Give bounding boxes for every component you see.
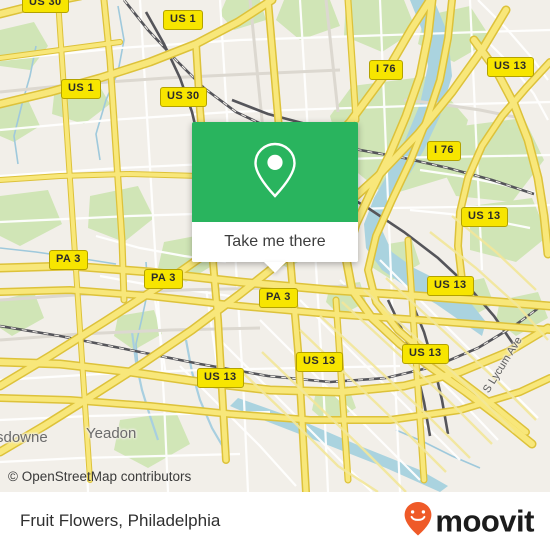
place-label: Yeadon: [86, 425, 137, 442]
popup-image-area: [192, 122, 358, 222]
popup-pointer: [264, 262, 286, 273]
road-shield: US 1: [163, 10, 204, 30]
moovit-pin-icon: [403, 501, 433, 542]
take-me-there-label: Take me there: [224, 233, 326, 250]
place-label: sdowne: [0, 429, 48, 446]
road-shield: US 13: [427, 276, 474, 296]
road-shield: US 13: [402, 344, 449, 364]
road-shield: US 13: [296, 352, 343, 372]
map-canvas[interactable]: US 30 US 1 I 76 US 13 US 1 US 30 I 76 US 13 PA 3…: [0, 0, 550, 492]
road-shield: US 13: [487, 57, 534, 77]
page-title: Fruit Flowers, Philadelphia: [20, 511, 221, 530]
screenshot-root: US 30 US 1 I 76 US 13 US 1 US 30 I 76 US 13 PA 3…: [0, 0, 550, 550]
moovit-logo[interactable]: moovit: [403, 501, 534, 542]
popup-action-area[interactable]: Take me there: [192, 222, 358, 262]
footer-bar: Fruit Flowers, Philadelphia moovit: [0, 492, 550, 550]
road-shield: US 13: [461, 207, 508, 227]
road-shield: US 30: [22, 0, 69, 13]
road-shield: US 1: [61, 79, 102, 99]
road-shield: I 76: [369, 60, 403, 80]
road-shield: PA 3: [49, 250, 88, 270]
map-attribution[interactable]: © OpenStreetMap contributors: [8, 469, 191, 484]
road-shield: US 30: [160, 87, 207, 107]
road-shield: PA 3: [259, 288, 298, 308]
location-popup[interactable]: Take me there: [192, 122, 358, 273]
road-shield: I 76: [427, 141, 461, 161]
road-shield: PA 3: [144, 269, 183, 289]
map-pin-icon: [249, 139, 301, 206]
moovit-wordmark: moovit: [435, 503, 534, 539]
road-shield: US 13: [197, 368, 244, 388]
